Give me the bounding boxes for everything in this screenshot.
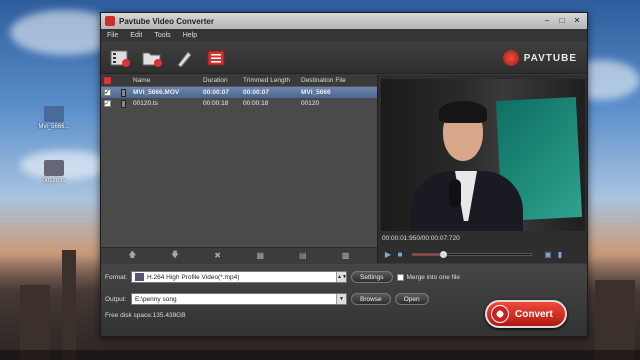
desktop-icon-video[interactable]: Mvi_5666... (32, 106, 76, 130)
file-list-toolbar: 🡅 🡇 ✖ ▦ ▤ ▩ (101, 247, 377, 263)
building (595, 280, 635, 360)
title-bar[interactable]: Pavtube Video Converter – □ ✕ (101, 13, 587, 29)
video-file-icon (44, 160, 64, 176)
row-checkbox[interactable]: ✓ (103, 100, 111, 107)
video-file-icon (120, 88, 126, 97)
file-duration: 00:00:18 (203, 100, 229, 107)
open-button[interactable]: Open (394, 293, 429, 305)
file-row[interactable]: ✓ 00120.ts 00:00:18 00:00:18 00120 (101, 98, 377, 109)
app-icon (105, 16, 115, 26)
output-path-value: E:\penny song (135, 295, 177, 303)
maximize-icon[interactable]: □ (556, 16, 568, 26)
delete-icon[interactable]: ▦ (253, 251, 267, 260)
seek-handle[interactable] (439, 250, 447, 258)
header-trimmed-length[interactable]: Trimmed Length (243, 77, 301, 84)
convert-label: Convert (515, 308, 553, 320)
file-duration: 00:00:07 (203, 89, 230, 96)
file-row[interactable]: ✓ MVI_5666.MOV 00:00:07 00:00:07 MVI_566… (101, 87, 377, 98)
taskbar (0, 350, 640, 360)
move-down-icon[interactable]: 🡇 (168, 249, 182, 263)
desktop-icon-label: 00120.ts (42, 178, 66, 184)
merge-option[interactable]: Merge into one file (396, 273, 460, 281)
building (20, 285, 50, 360)
header-destination[interactable]: Destination File (301, 77, 371, 84)
file-list: Name Duration Trimmed Length Destination… (101, 75, 378, 263)
seek-bar[interactable] (412, 250, 532, 258)
minimize-icon[interactable]: – (541, 16, 553, 26)
edit-button[interactable] (173, 48, 195, 68)
file-name: MVI_5666.MOV (133, 89, 180, 96)
add-folder-button[interactable] (141, 48, 163, 68)
file-name: 00120.ts (133, 100, 158, 107)
merge-checkbox[interactable] (396, 273, 404, 281)
dropdown-arrow-icon[interactable]: ▲▼ (336, 272, 347, 282)
brand-logo: PAVTUBE (502, 50, 577, 66)
task-list-icon (207, 50, 225, 65)
microphone (449, 179, 461, 207)
playback-controls: ▶ ■ ▣ ▮ (378, 245, 587, 263)
stop-icon[interactable]: ■ (394, 250, 406, 259)
grid-view-icon[interactable]: ▩ (339, 251, 353, 260)
menu-tools[interactable]: Tools (154, 32, 170, 39)
edit-icon (177, 50, 192, 67)
settings-button[interactable]: Settings (351, 271, 393, 283)
video-file-icon (120, 99, 126, 108)
remove-icon[interactable]: ✖ (211, 251, 225, 260)
add-folder-icon (142, 52, 162, 67)
format-value: H.264 High Profile Video(*.mp4) (147, 273, 240, 281)
select-all-checkbox[interactable] (103, 77, 111, 84)
desktop-icon-ts[interactable]: 00120.ts (32, 160, 76, 184)
convert-button[interactable]: Convert (485, 300, 567, 328)
add-video-button[interactable] (109, 48, 131, 68)
add-video-icon (110, 50, 130, 67)
toolbar: PAVTUBE (101, 42, 587, 74)
file-list-header: Name Duration Trimmed Length Destination… (101, 75, 377, 87)
file-destination: MVI_5666 (301, 89, 331, 96)
desktop-icon-label: Mvi_5666... (38, 124, 70, 130)
dropdown-arrow-icon[interactable]: ▼ (336, 294, 346, 304)
preview-pane: 00:00:01:950/00:00:07:720 ▶ ■ ▣ ▮ (378, 75, 587, 263)
browse-button[interactable]: Browse (351, 293, 391, 305)
row-checkbox[interactable]: ✓ (103, 89, 111, 96)
clock-tower (62, 250, 76, 360)
header-duration[interactable]: Duration (203, 77, 243, 84)
folder-icon[interactable]: ▮ (554, 250, 566, 259)
convert-icon (491, 305, 509, 323)
format-select[interactable]: H.264 High Profile Video(*.mp4) ▲▼ (131, 271, 347, 283)
menu-bar: File Edit Tools Help (101, 29, 587, 42)
format-icon (135, 273, 144, 281)
output-label: Output: (105, 295, 127, 303)
format-label: Format: (105, 273, 128, 281)
pavtube-logo-icon (502, 50, 519, 66)
output-panel: Format: H.264 High Profile Video(*.mp4) … (101, 264, 587, 336)
file-trimmed: 00:00:07 (243, 89, 270, 96)
snapshot-icon[interactable]: ▣ (542, 250, 554, 259)
menu-edit[interactable]: Edit (130, 32, 142, 39)
subtitle-icon[interactable]: ▤ (296, 251, 310, 260)
move-up-icon[interactable]: 🡅 (125, 249, 139, 263)
video-file-icon (44, 106, 64, 122)
file-destination: 00120 (301, 100, 320, 107)
brand-name: PAVTUBE (523, 52, 577, 64)
merge-label: Merge into one file (406, 273, 460, 281)
menu-help[interactable]: Help (183, 32, 197, 39)
menu-file[interactable]: File (107, 32, 118, 39)
app-window: Pavtube Video Converter – □ ✕ File Edit … (100, 12, 588, 337)
task-list-button[interactable] (205, 48, 227, 68)
header-name[interactable]: Name (133, 77, 203, 84)
output-path-field[interactable]: E:\penny song ▼ (131, 293, 347, 305)
file-trimmed: 00:00:18 (243, 100, 269, 107)
close-icon[interactable]: ✕ (571, 16, 583, 26)
timecode: 00:00:01:950/00:00:07:720 (382, 235, 460, 242)
play-icon[interactable]: ▶ (382, 250, 394, 259)
video-preview[interactable] (381, 79, 585, 231)
window-title: Pavtube Video Converter (119, 16, 214, 26)
